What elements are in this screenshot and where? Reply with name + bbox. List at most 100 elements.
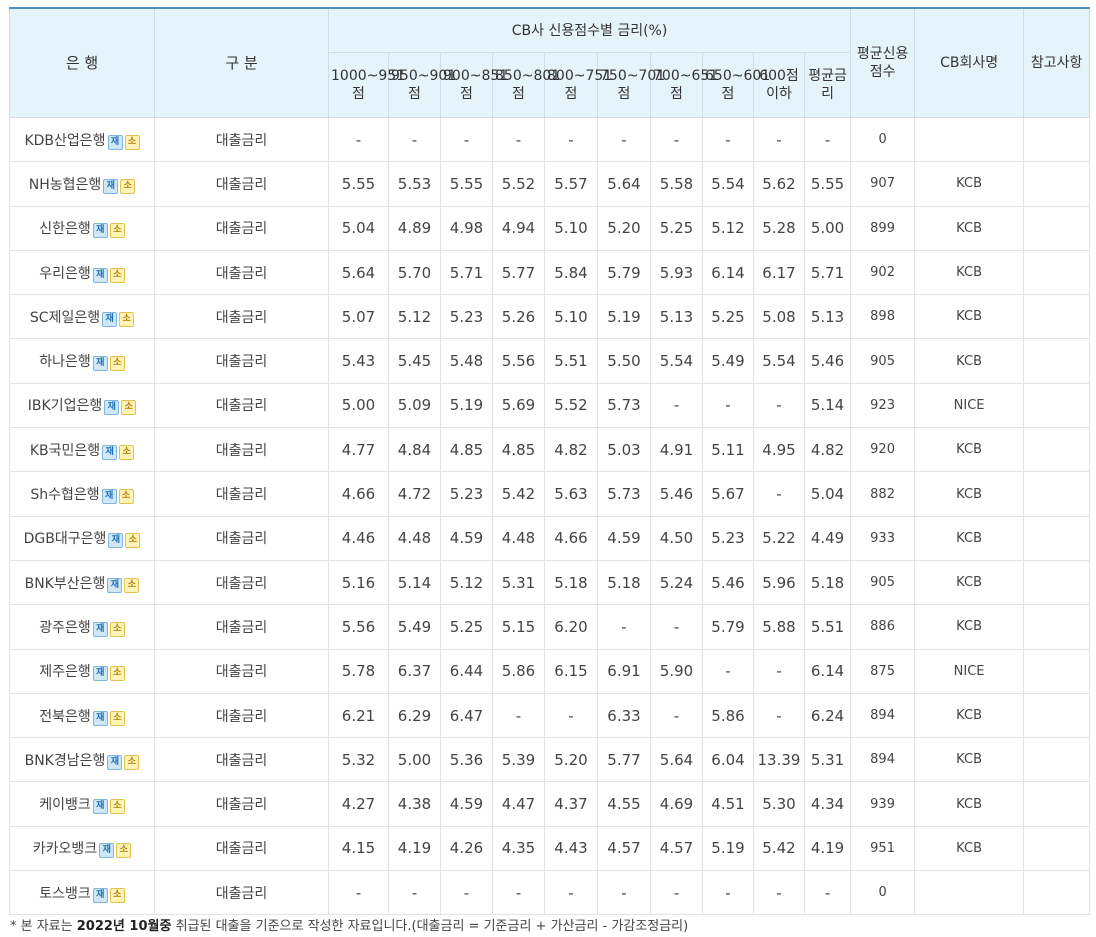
consumer-badge-icon[interactable]: 소 — [109, 799, 125, 815]
refinance-badge-icon[interactable]: 재 — [108, 533, 124, 549]
rate-cell: 4.94 — [492, 205, 545, 251]
rate-cell: - — [650, 870, 703, 916]
rate-cell: 6.17 — [753, 249, 805, 296]
note-cell — [1023, 648, 1091, 694]
rate-cell: 5.78 — [328, 648, 389, 694]
consumer-badge-icon[interactable]: 소 — [109, 710, 125, 726]
category-cell: 대출금리 — [154, 692, 329, 739]
consumer-badge-icon[interactable]: 소 — [109, 621, 125, 637]
refinance-badge-icon[interactable]: 재 — [92, 223, 108, 239]
header-range: 600점 이하 — [753, 52, 805, 118]
bank-name[interactable]: 제주은행 — [39, 664, 91, 680]
rate-cell: 5.10 — [544, 294, 598, 340]
refinance-badge-icon[interactable]: 재 — [107, 577, 123, 593]
bank-name[interactable]: 전북은행 — [39, 709, 91, 725]
consumer-badge-icon[interactable]: 소 — [109, 267, 125, 283]
refinance-badge-icon[interactable]: 재 — [102, 444, 118, 460]
bank-name[interactable]: 우리은행 — [39, 266, 91, 282]
bank-name[interactable]: 케이뱅크 — [39, 797, 91, 813]
bank-name[interactable]: NH농협은행 — [29, 177, 102, 193]
bank-name[interactable]: DGB대구은행 — [24, 531, 107, 547]
consumer-badge-icon[interactable]: 소 — [109, 666, 125, 682]
consumer-badge-icon[interactable]: 소 — [125, 533, 141, 549]
rate-cell: 5.18 — [597, 559, 651, 606]
consumer-badge-icon[interactable]: 소 — [118, 489, 134, 505]
consumer-badge-icon[interactable]: 소 — [124, 754, 140, 770]
rate-cell: 4.43 — [544, 825, 598, 872]
consumer-badge-icon[interactable]: 소 — [116, 843, 132, 859]
consumer-badge-icon[interactable]: 소 — [119, 444, 135, 460]
rate-cell: 5.18 — [803, 559, 852, 606]
rate-cell: - — [702, 116, 754, 163]
rate-cell: 4.50 — [650, 515, 703, 561]
refinance-badge-icon[interactable]: 재 — [103, 178, 119, 194]
refinance-badge-icon[interactable]: 재 — [92, 267, 108, 283]
category-cell: 대출금리 — [154, 825, 329, 872]
table-row: IBK기업은행 재 소 대출금리 5.00 5.09 5.19 5.69 5.52 5.73- - -… — [9, 382, 1091, 429]
consumer-badge-icon[interactable]: 소 — [109, 223, 125, 239]
bank-name[interactable]: 하나은행 — [39, 354, 91, 370]
table-row: 카카오뱅크 재 소 대출금리 4.15 4.19 4.26 4.35 4.43 4.57 4.57 5… — [9, 825, 1091, 872]
consumer-badge-icon[interactable]: 소 — [109, 887, 125, 903]
bank-name[interactable]: 카카오뱅크 — [33, 841, 97, 857]
refinance-badge-icon[interactable]: 재 — [92, 356, 108, 372]
refinance-badge-icon[interactable]: 재 — [101, 489, 117, 505]
rate-cell: 5.54 — [702, 161, 754, 207]
refinance-badge-icon[interactable]: 재 — [92, 666, 108, 682]
refinance-badge-icon[interactable]: 재 — [92, 799, 108, 815]
rate-cell: 6.44 — [440, 648, 493, 694]
bank-name[interactable]: 토스뱅크 — [39, 886, 91, 902]
header-avg-score: 평균신용점수 — [850, 7, 916, 118]
rate-cell: - — [328, 116, 389, 163]
bank-name[interactable]: BNK부산은행 — [25, 576, 106, 592]
rate-cell: 5.88 — [753, 604, 805, 650]
bank-name[interactable]: KB국민은행 — [30, 443, 100, 459]
consumer-badge-icon[interactable]: 소 — [124, 577, 140, 593]
cb-company-cell: KCB — [914, 161, 1025, 207]
consumer-badge-icon[interactable]: 소 — [109, 356, 125, 372]
cb-company-cell: NICE — [914, 382, 1025, 429]
bank-name[interactable]: Sh수협은행 — [30, 487, 99, 503]
consumer-badge-icon[interactable]: 소 — [119, 311, 135, 327]
category-cell: 대출금리 — [154, 161, 329, 207]
consumer-badge-icon[interactable]: 소 — [121, 400, 137, 416]
header-cb-company: CB회사명 — [914, 7, 1025, 118]
rate-table: 은 행 구 분 CB사 신용점수별 금리(%) 평균신용점수 CB회사명 참고사… — [9, 7, 1091, 916]
bank-name[interactable]: SC제일은행 — [30, 310, 100, 326]
category-cell: 대출금리 — [154, 737, 329, 783]
header-note: 참고사항 — [1023, 7, 1091, 118]
table-row: Sh수협은행 재 소 대출금리 4.66 4.72 5.23 5.42 5.63 5.73 5.46… — [9, 471, 1091, 517]
refinance-badge-icon[interactable]: 재 — [99, 843, 115, 859]
rate-cell: 5.23 — [440, 471, 493, 517]
refinance-badge-icon[interactable]: 재 — [104, 400, 120, 416]
bank-name[interactable]: 신한은행 — [39, 221, 91, 237]
bank-cell: 신한은행 재 소 — [9, 205, 155, 251]
rate-cell: 4.77 — [328, 427, 389, 473]
rate-cell: 5.13 — [803, 294, 852, 340]
refinance-badge-icon[interactable]: 재 — [92, 621, 108, 637]
avg-score-cell: 898 — [850, 294, 916, 340]
category-cell: 대출금리 — [154, 515, 329, 561]
bank-name[interactable]: KDB산업은행 — [24, 133, 105, 149]
refinance-badge-icon[interactable]: 재 — [92, 887, 108, 903]
bank-name[interactable]: 광주은행 — [39, 620, 91, 636]
rate-cell: 4.89 — [388, 205, 441, 251]
cb-company-cell — [914, 116, 1025, 163]
rate-cell: 4.46 — [328, 515, 389, 561]
rate-cell: 4.19 — [803, 825, 852, 872]
bank-name[interactable]: IBK기업은행 — [28, 398, 102, 414]
consumer-badge-icon[interactable]: 소 — [120, 178, 136, 194]
header-category: 구 분 — [154, 7, 329, 118]
rate-cell: 5.50 — [597, 338, 651, 384]
refinance-badge-icon[interactable]: 재 — [107, 754, 123, 770]
refinance-badge-icon[interactable]: 재 — [92, 710, 108, 726]
rate-cell: 5.15 — [492, 604, 545, 650]
avg-score-cell: 894 — [850, 692, 916, 739]
rate-cell: 5.45 — [388, 338, 441, 384]
refinance-badge-icon[interactable]: 재 — [107, 134, 123, 150]
rate-cell: - — [803, 870, 852, 916]
consumer-badge-icon[interactable]: 소 — [124, 134, 140, 150]
rate-cell: 5.19 — [597, 294, 651, 340]
refinance-badge-icon[interactable]: 재 — [102, 311, 118, 327]
bank-name[interactable]: BNK경남은행 — [25, 753, 106, 769]
